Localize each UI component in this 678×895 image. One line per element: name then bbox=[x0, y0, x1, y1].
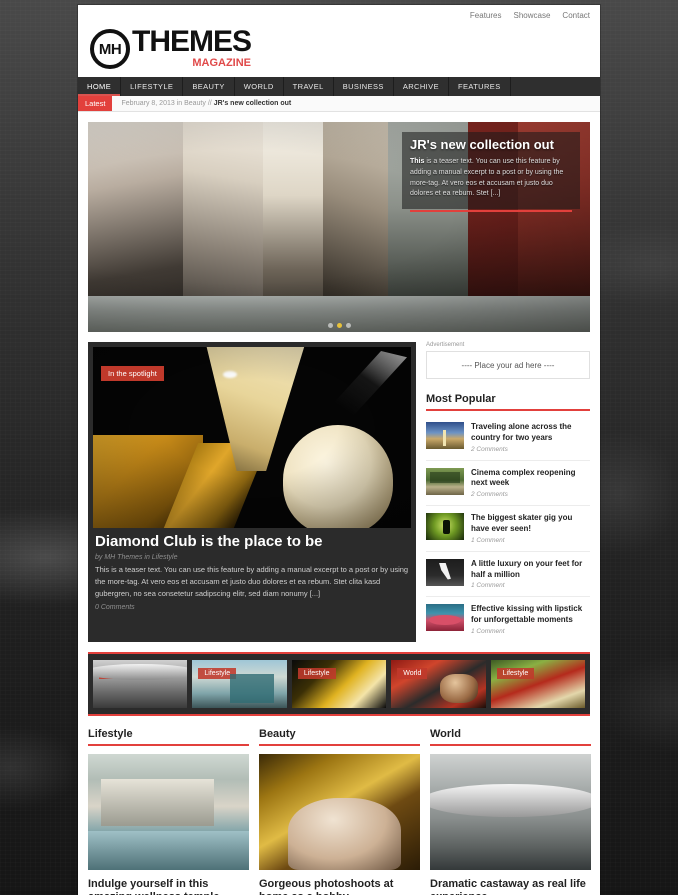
category-strip: World Lifestyle Lifestyle World Lifestyl… bbox=[88, 651, 590, 716]
popular-thumbnail bbox=[426, 422, 464, 449]
main-row: In the spotlight Diamond Club is the pla… bbox=[88, 342, 590, 642]
list-item[interactable]: A little luxury on your feet for half a … bbox=[426, 552, 590, 598]
hero-slider[interactable]: JR's new collection out This is a teaser… bbox=[88, 122, 590, 332]
logo-tagline: MAGAZINE bbox=[192, 57, 252, 69]
nav-item-beauty[interactable]: BEAUTY bbox=[183, 77, 235, 96]
featured-article-meta: by MH Themes in Lifestyle bbox=[95, 553, 178, 561]
latest-news-bar: Latest February 8, 2013 in Beauty // JR'… bbox=[78, 96, 600, 112]
spotlight-badge: In the spotlight bbox=[101, 366, 164, 381]
popular-title[interactable]: Cinema complex reopening next week bbox=[471, 468, 590, 490]
topnav-item-features[interactable]: Features bbox=[470, 11, 502, 20]
strip-item[interactable]: Lifestyle bbox=[192, 659, 287, 708]
column-article-image[interactable] bbox=[430, 753, 591, 870]
column-article-image[interactable] bbox=[88, 753, 249, 870]
column-article-title[interactable]: Dramatic castaway as real life experienc… bbox=[430, 878, 591, 895]
nav-item-travel[interactable]: TRAVEL bbox=[284, 77, 334, 96]
nav-item-business[interactable]: BUSINESS bbox=[334, 77, 394, 96]
strip-item[interactable]: World bbox=[93, 659, 188, 708]
latest-badge: Latest bbox=[78, 96, 113, 111]
most-popular-title: Most Popular bbox=[426, 393, 590, 411]
column-world: World Dramatic castaway as real life exp… bbox=[430, 728, 591, 895]
featured-article-comments[interactable]: 0 Comments bbox=[95, 604, 409, 611]
popular-comments: 2 Comments bbox=[471, 445, 508, 453]
hero-excerpt-lead: This bbox=[410, 157, 425, 165]
popular-comments: 1 Comment bbox=[471, 536, 505, 544]
popular-title[interactable]: Effective kissing with lipstick for unfo… bbox=[471, 604, 590, 626]
site-header: MH THEMES MAGAZINE bbox=[78, 25, 600, 77]
column-title[interactable]: World bbox=[430, 728, 591, 746]
featured-article[interactable]: In the spotlight Diamond Club is the pla… bbox=[88, 342, 416, 642]
hero-caption: JR's new collection out This is a teaser… bbox=[402, 132, 580, 213]
category-columns: Lifestyle Indulge yourself in this amazi… bbox=[88, 728, 591, 895]
strip-category-tag: Lifestyle bbox=[198, 667, 237, 679]
advertisement-placeholder[interactable]: ---- Place your ad here ---- bbox=[426, 351, 590, 379]
most-popular-list: Traveling alone across the country for t… bbox=[426, 415, 590, 642]
list-item[interactable]: Cinema complex reopening next week 2 Com… bbox=[426, 461, 590, 507]
nav-item-archive[interactable]: ARCHIVE bbox=[394, 77, 449, 96]
hero-accent-rule bbox=[410, 210, 572, 213]
advertisement-label: Advertisement bbox=[426, 342, 465, 348]
popular-title[interactable]: The biggest skater gig you have ever see… bbox=[471, 513, 590, 535]
hero-title[interactable]: JR's new collection out bbox=[410, 137, 572, 153]
latest-news-item[interactable]: February 8, 2013 in Beauty // JR's new c… bbox=[112, 96, 291, 111]
topnav-item-contact[interactable]: Contact bbox=[562, 11, 590, 20]
site-container: Features Showcase Contact MH THEMES MAGA… bbox=[78, 5, 600, 895]
column-beauty: Beauty Gorgeous photoshoots at home as a… bbox=[259, 728, 420, 895]
latest-news-title: JR's new collection out bbox=[213, 100, 292, 107]
column-article-title[interactable]: Indulge yourself in this amazing wellnes… bbox=[88, 878, 249, 895]
column-article-title[interactable]: Gorgeous photoshoots at home as a hobby bbox=[259, 878, 420, 895]
logo-monogram-icon: MH bbox=[90, 29, 130, 69]
popular-thumbnail bbox=[426, 604, 464, 632]
column-lifestyle: Lifestyle Indulge yourself in this amazi… bbox=[88, 728, 249, 895]
nav-item-lifestyle[interactable]: LIFESTYLE bbox=[121, 77, 184, 96]
featured-article-title[interactable]: Diamond Club is the place to be bbox=[95, 533, 409, 551]
site-logo[interactable]: MH THEMES MAGAZINE bbox=[90, 27, 600, 69]
strip-category-tag: Lifestyle bbox=[496, 667, 535, 679]
popular-thumbnail bbox=[426, 558, 464, 586]
nav-item-home[interactable]: HOME bbox=[78, 77, 122, 96]
hero-dot-2[interactable] bbox=[336, 323, 342, 328]
column-article-image[interactable] bbox=[259, 753, 420, 870]
main-navigation: HOME LIFESTYLE BEAUTY WORLD TRAVEL BUSIN… bbox=[78, 77, 600, 96]
list-item[interactable]: The biggest skater gig you have ever see… bbox=[426, 506, 590, 552]
column-title[interactable]: Beauty bbox=[259, 728, 420, 746]
hero-pagination bbox=[88, 323, 590, 328]
latest-news-date: February 8, 2013 in Beauty // bbox=[121, 100, 212, 107]
popular-title[interactable]: Traveling alone across the country for t… bbox=[471, 422, 590, 444]
featured-article-body: Diamond Club is the place to be by MH Th… bbox=[93, 528, 411, 619]
hero-dot-3[interactable] bbox=[345, 323, 351, 328]
featured-article-image: In the spotlight bbox=[93, 347, 411, 528]
list-item[interactable]: Traveling alone across the country for t… bbox=[426, 415, 590, 461]
hero-excerpt: This is a teaser text. You can use this … bbox=[410, 157, 572, 200]
hero-dot-1[interactable] bbox=[327, 323, 333, 328]
content-area: JR's new collection out This is a teaser… bbox=[78, 112, 600, 895]
strip-category-tag: World bbox=[99, 667, 130, 679]
strip-item[interactable]: Lifestyle bbox=[490, 659, 586, 708]
nav-item-world[interactable]: WORLD bbox=[235, 77, 284, 96]
popular-comments: 2 Comments bbox=[471, 491, 508, 499]
popular-comments: 1 Comment bbox=[471, 582, 505, 590]
strip-item[interactable]: World bbox=[391, 659, 486, 708]
logo-wordmark: THEMES bbox=[132, 25, 252, 58]
popular-thumbnail bbox=[426, 513, 464, 541]
column-title[interactable]: Lifestyle bbox=[88, 728, 249, 746]
top-navigation: Features Showcase Contact bbox=[78, 5, 600, 25]
popular-thumbnail bbox=[426, 467, 464, 495]
strip-category-tag: World bbox=[397, 667, 428, 679]
popular-title[interactable]: A little luxury on your feet for half a … bbox=[471, 559, 590, 581]
nav-item-features[interactable]: FEATURES bbox=[449, 77, 511, 96]
sidebar: Advertisement ---- Place your ad here --… bbox=[426, 342, 590, 642]
hero-excerpt-body: is a teaser text. You can use this featu… bbox=[410, 157, 564, 198]
featured-article-excerpt: This is a teaser text. You can use this … bbox=[95, 564, 409, 598]
topnav-item-showcase[interactable]: Showcase bbox=[514, 11, 551, 20]
strip-item[interactable]: Lifestyle bbox=[291, 659, 387, 708]
popular-comments: 1 Comment bbox=[471, 627, 505, 635]
strip-category-tag: Lifestyle bbox=[297, 667, 336, 679]
list-item[interactable]: Effective kissing with lipstick for unfo… bbox=[426, 597, 590, 642]
